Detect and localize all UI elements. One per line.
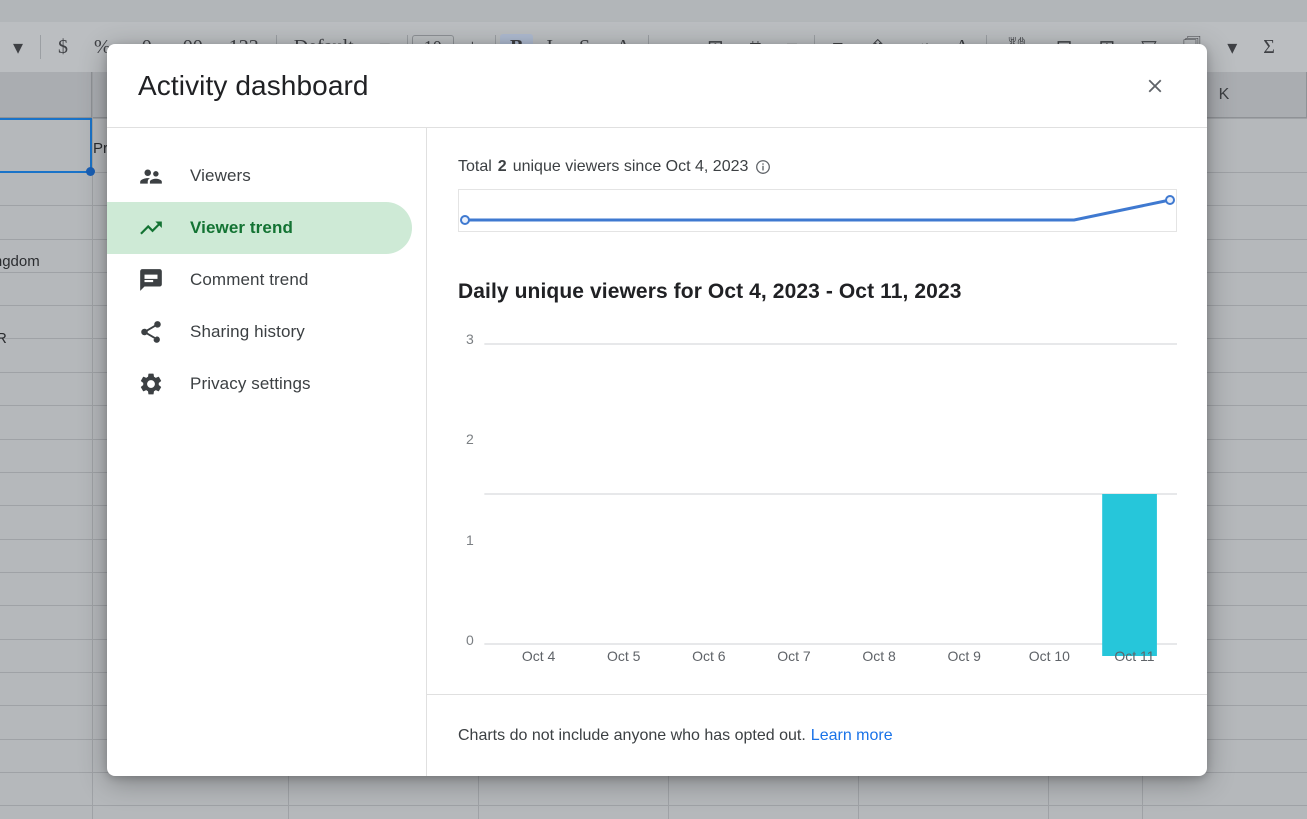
sidebar-item-viewer-trend[interactable]: Viewer trend <box>107 202 412 254</box>
sidebar-item-viewers[interactable]: Viewers <box>107 150 412 202</box>
sparkline-end-marker <box>1165 195 1176 205</box>
comment-icon <box>140 269 162 291</box>
sidebar-item-label: Sharing history <box>190 322 305 341</box>
currency-format-icon[interactable]: $ <box>45 36 81 59</box>
sidebar-item-sharing-history[interactable]: Sharing history <box>107 306 412 358</box>
menu-bar-strip <box>0 0 1307 22</box>
dialog-content: Total 2 unique viewers since Oct 4, 2023 <box>427 128 1207 776</box>
dialog-sidebar: Viewers Viewer trend Comment trend Shari… <box>107 128 427 776</box>
activity-dashboard-dialog: Activity dashboard Viewers Viewer trend <box>107 44 1207 776</box>
total-count: 2 <box>497 158 507 175</box>
x-tick-label: Oct 9 <box>947 648 981 664</box>
chart-bar-oct-11[interactable] <box>1102 494 1157 656</box>
selected-cell[interactable] <box>0 118 95 176</box>
share-icon <box>141 321 161 343</box>
page-title: Activity dashboard <box>138 69 369 101</box>
x-tick-label: Oct 4 <box>521 648 556 664</box>
more-formats-caret-icon[interactable]: ▾ <box>0 35 36 60</box>
dialog-header: Activity dashboard <box>107 44 1207 127</box>
grid-row-line <box>0 805 1307 806</box>
sidebar-item-label: Privacy settings <box>190 374 311 393</box>
close-button[interactable] <box>1133 64 1177 108</box>
column-header-cell[interactable] <box>0 72 92 118</box>
sidebar-item-label: Viewers <box>190 166 251 185</box>
dialog-body: Viewers Viewer trend Comment trend Shari… <box>107 127 1207 776</box>
total-viewers-summary: Total 2 unique viewers since Oct 4, 2023 <box>458 158 1177 176</box>
sidebar-item-label: Viewer trend <box>190 218 293 237</box>
bar-chart-svg <box>484 343 1177 656</box>
x-tick-label: Oct 10 <box>1028 648 1070 664</box>
cell-text: Pr <box>93 140 108 157</box>
total-suffix: unique viewers since Oct 4, 2023 <box>512 158 749 175</box>
content-scroll-area: Total 2 unique viewers since Oct 4, 2023 <box>427 128 1207 694</box>
daily-unique-viewers-chart: 3 2 1 0 Oct 4 Oct 5 Oct 6 Oct 7 Oct 8 Oc… <box>458 326 1177 664</box>
filter-caret-icon[interactable]: ▾ <box>1214 35 1250 60</box>
x-tick-label: Oct 5 <box>606 648 641 664</box>
toolbar-divider <box>40 35 42 59</box>
total-prefix: Total <box>458 158 492 175</box>
info-icon[interactable] <box>754 158 772 176</box>
grid-column-line <box>92 72 93 819</box>
learn-more-link[interactable]: Learn more <box>811 727 893 745</box>
people-icon <box>140 169 162 184</box>
sidebar-item-privacy-settings[interactable]: Privacy settings <box>107 358 412 410</box>
sparkline-start-marker <box>459 215 470 225</box>
x-tick-label: Oct 7 <box>777 648 811 664</box>
cell-text: R <box>0 330 7 347</box>
x-tick-label: Oct 8 <box>862 648 896 664</box>
x-tick-label: Oct 11 <box>1114 648 1155 664</box>
chart-gridlines <box>484 343 1177 645</box>
gear-icon <box>140 373 162 395</box>
opt-out-notice: Charts do not include anyone who has opt… <box>458 726 806 744</box>
close-icon <box>1148 79 1162 92</box>
trending-up-icon <box>140 221 162 235</box>
chart-title: Daily unique viewers for Oct 4, 2023 - O… <box>458 280 962 303</box>
x-tick-label: Oct 6 <box>692 648 726 664</box>
sparkline-path <box>465 200 1170 220</box>
functions-icon[interactable]: Σ <box>1250 36 1288 59</box>
viewer-trend-sparkline <box>458 189 1177 232</box>
sparkline-svg <box>459 195 1176 225</box>
sidebar-item-comment-trend[interactable]: Comment trend <box>107 254 412 306</box>
sidebar-item-label: Comment trend <box>190 270 309 289</box>
cell-text: e Kingdom <box>0 253 40 270</box>
dialog-footer: Charts do not include anyone who has opt… <box>427 694 1207 776</box>
chart-x-axis: Oct 4 Oct 5 Oct 6 Oct 7 Oct 8 Oct 9 Oct … <box>496 648 1177 664</box>
